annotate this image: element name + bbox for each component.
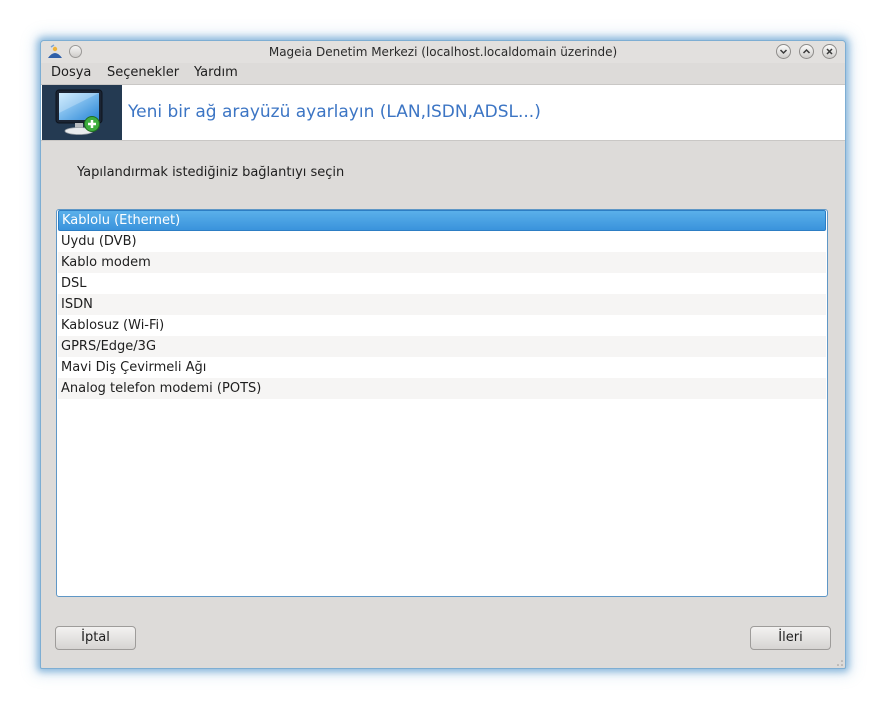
list-item-gprs[interactable]: GPRS/Edge/3G [58, 336, 826, 357]
chevron-up-icon [802, 48, 811, 54]
app-window: Mageia Denetim Merkezi (localhost.locald… [40, 40, 846, 669]
maximize-button[interactable] [799, 44, 814, 59]
list-item-bluetooth[interactable]: Mavi Diş Çevirmeli Ağı [58, 357, 826, 378]
title-bar[interactable]: Mageia Denetim Merkezi (localhost.locald… [41, 41, 845, 63]
list-item-cable-modem[interactable]: Kablo modem [58, 252, 826, 273]
menu-dosya[interactable]: Dosya [51, 65, 91, 80]
close-icon [826, 48, 833, 55]
menu-yardim[interactable]: Yardım [194, 65, 238, 80]
list-item-isdn[interactable]: ISDN [58, 294, 826, 315]
cancel-button[interactable]: İptal [55, 626, 136, 650]
close-button[interactable] [822, 44, 837, 59]
header-banner: Yeni bir ağ arayüzü ayarlayın (LAN,ISDN,… [41, 84, 845, 141]
list-item-pots[interactable]: Analog telefon modemi (POTS) [58, 378, 826, 399]
next-button[interactable]: İleri [750, 626, 831, 650]
list-item-wifi[interactable]: Kablosuz (Wi-Fi) [58, 315, 826, 336]
list-item-dvb[interactable]: Uydu (DVB) [58, 231, 826, 252]
chevron-down-icon [779, 49, 788, 55]
list-item-ethernet[interactable]: Kablolu (Ethernet) [58, 210, 826, 231]
menu-bar: Dosya Seçenekler Yardım [41, 63, 845, 83]
menu-secenekler[interactable]: Seçenekler [107, 65, 179, 80]
resize-grip-icon[interactable] [837, 660, 843, 666]
selection-prompt: Yapılandırmak istediğiniz bağlantıyı seç… [77, 165, 345, 180]
banner-icon-area [42, 85, 122, 140]
connection-type-list[interactable]: Kablolu (Ethernet) Uydu (DVB) Kablo mode… [56, 209, 828, 597]
minimize-button[interactable] [776, 44, 791, 59]
page-title: Yeni bir ağ arayüzü ayarlayın (LAN,ISDN,… [128, 102, 541, 122]
monitor-add-icon [55, 89, 103, 135]
list-item-dsl[interactable]: DSL [58, 273, 826, 294]
window-title: Mageia Denetim Merkezi (localhost.locald… [268, 45, 618, 59]
